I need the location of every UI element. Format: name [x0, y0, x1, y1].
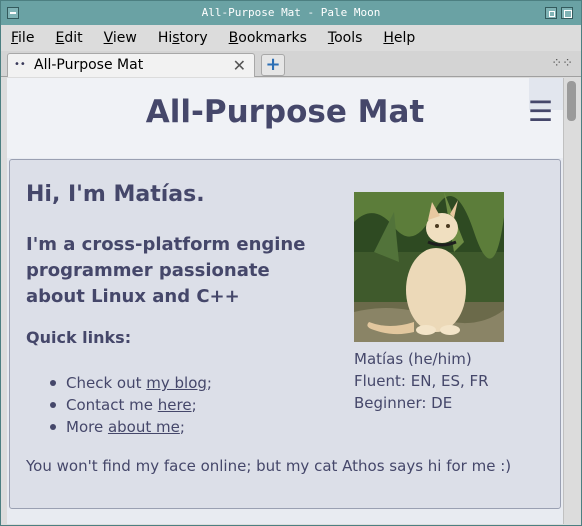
caption-fluent: Fluent: EN, ES, FR	[354, 372, 489, 390]
tagline: I'm a cross-platform engine programmer p…	[26, 234, 306, 307]
photo-caption: Matías (he/him) Fluent: EN, ES, FR Begin…	[354, 348, 489, 414]
tab-bar: •• All-Purpose Mat ✕ + ⁘⁘	[1, 51, 581, 77]
menu-bookmarks[interactable]: Bookmarks	[229, 30, 307, 46]
close-tab-icon[interactable]: ✕	[233, 56, 246, 75]
list-item: Check out my blog;	[50, 372, 212, 394]
page-viewport: All-Purpose Mat ☰ Hi, I'm Matías. I'm a …	[7, 78, 563, 524]
grid-icon[interactable]: ⁘⁘	[551, 56, 573, 71]
caption-beginner: Beginner: DE	[354, 394, 453, 412]
list-item: Contact me here;	[50, 394, 212, 416]
tab-label: All-Purpose Mat	[34, 57, 144, 73]
menu-help[interactable]: Help	[383, 30, 415, 46]
minimize-icon[interactable]	[545, 7, 557, 19]
quick-links-heading: Quick links:	[26, 328, 132, 347]
site-header: All-Purpose Mat ☰	[7, 78, 563, 158]
menu-tools[interactable]: Tools	[328, 30, 363, 46]
hamburger-icon[interactable]: ☰	[528, 98, 553, 126]
contact-link[interactable]: here	[158, 396, 192, 414]
vertical-scrollbar[interactable]	[563, 78, 579, 524]
quick-links-list: Check out my blog; Contact me here; More…	[50, 372, 212, 438]
browser-window: All-Purpose Mat - Pale Moon File Edit Vi…	[0, 0, 582, 526]
favicon-icon: ••	[14, 59, 26, 70]
site-title: All-Purpose Mat	[145, 94, 425, 130]
list-item: More about me;	[50, 416, 212, 438]
window-title: All-Purpose Mat - Pale Moon	[201, 6, 381, 19]
cat-photo	[354, 192, 504, 342]
menu-bar: File Edit View History Bookmarks Tools H…	[1, 25, 581, 51]
greeting-heading: Hi, I'm Matías.	[26, 182, 205, 207]
tab-active[interactable]: •• All-Purpose Mat ✕	[7, 53, 255, 77]
intro-card: Hi, I'm Matías. I'm a cross-platform eng…	[9, 159, 561, 509]
menu-view[interactable]: View	[104, 30, 137, 46]
menu-edit[interactable]: Edit	[55, 30, 82, 46]
cat-note: You won't find my face online; but my ca…	[26, 457, 512, 475]
menu-history[interactable]: History	[158, 30, 208, 46]
new-tab-button[interactable]: +	[261, 54, 285, 76]
title-bar[interactable]: All-Purpose Mat - Pale Moon	[1, 1, 581, 25]
maximize-icon[interactable]	[561, 7, 573, 19]
scroll-thumb[interactable]	[567, 81, 576, 121]
about-link[interactable]: about me	[108, 418, 180, 436]
blog-link[interactable]: my blog	[146, 374, 207, 392]
menu-file[interactable]: File	[11, 30, 34, 46]
caption-name: Matías (he/him)	[354, 350, 472, 368]
